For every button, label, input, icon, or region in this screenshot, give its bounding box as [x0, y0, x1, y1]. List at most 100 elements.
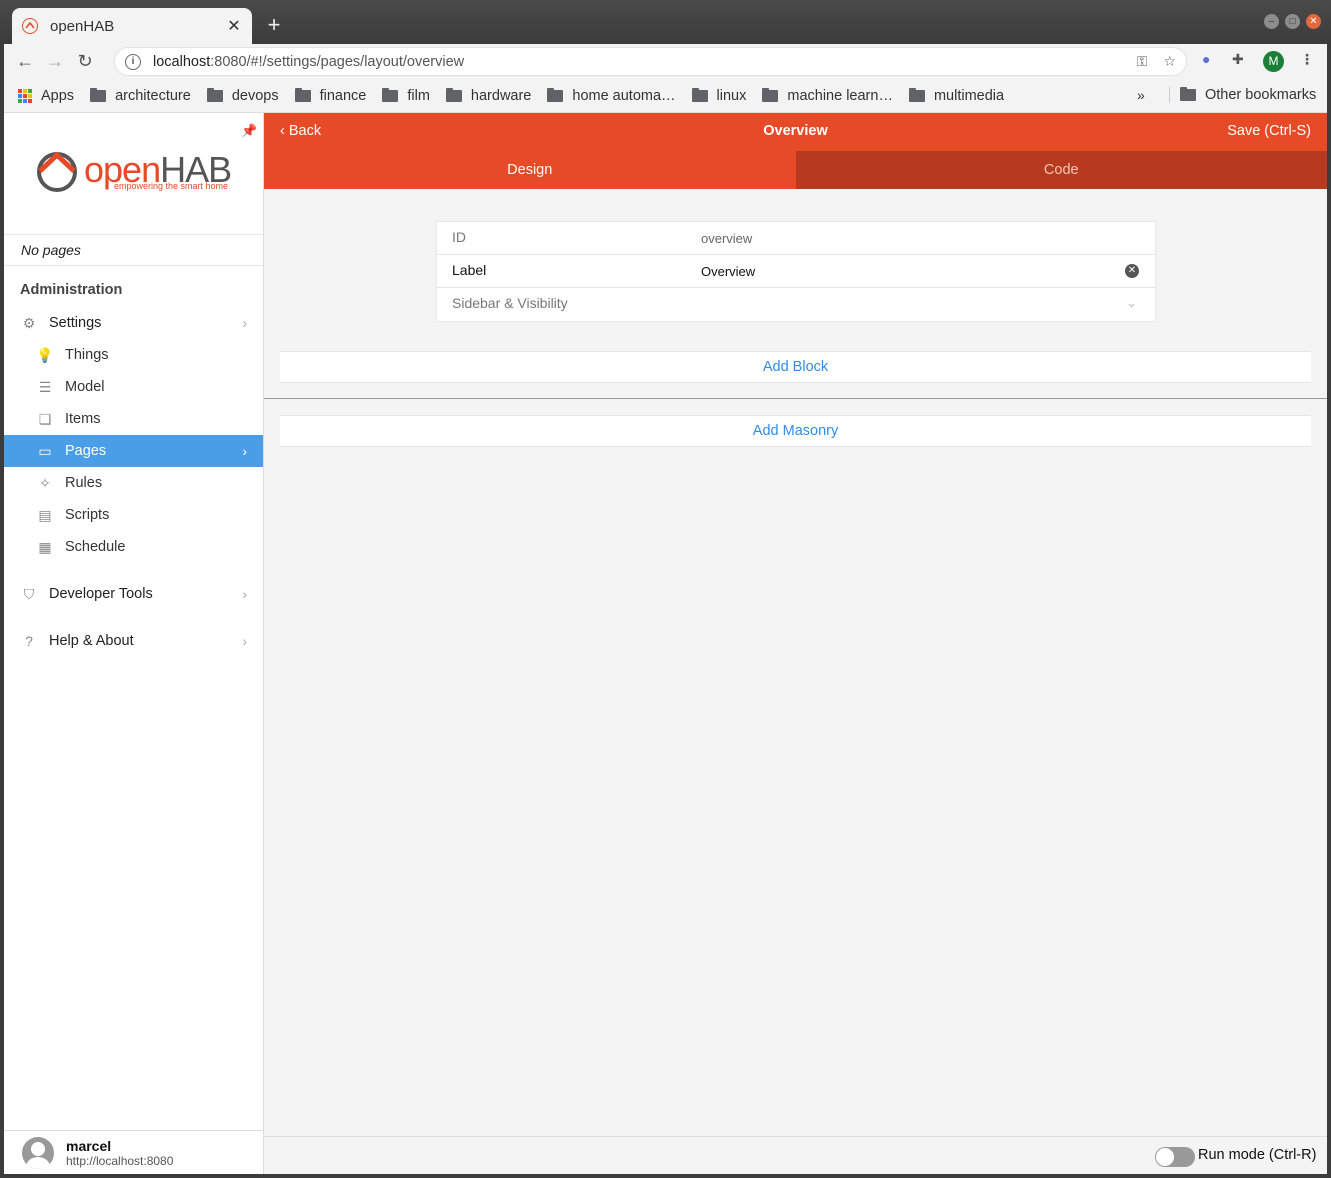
page-config-form: ID overview Label Overview ✕ Sidebar & V…: [436, 221, 1156, 322]
page-navbar: ‹ Back Overview Save (Ctrl-S): [264, 113, 1327, 151]
id-value: overview: [701, 231, 753, 246]
folder-icon: [90, 87, 107, 102]
reload-icon[interactable]: ↻: [70, 51, 100, 72]
sidebar-item-pages[interactable]: ▭ Pages ›: [4, 435, 263, 467]
folder-icon: [547, 87, 564, 102]
sidebar-item-help-about[interactable]: ? Help & About ›: [4, 625, 263, 657]
bookmark-folder[interactable]: hardware: [445, 87, 531, 104]
bookmark-folder[interactable]: devops: [206, 87, 279, 104]
back-arrow-icon[interactable]: ←: [10, 51, 40, 72]
user-panel[interactable]: marcel http://localhost:8080: [4, 1130, 263, 1174]
wand-icon: ✧: [39, 474, 51, 491]
folder-icon: [294, 87, 311, 102]
sidebar: 📌 openHAB empowering the smart home No p…: [4, 113, 264, 1174]
bookmark-folder[interactable]: multimedia: [908, 87, 1004, 104]
run-mode-toggle[interactable]: [1155, 1147, 1195, 1167]
folder-icon: [206, 87, 223, 102]
bookmark-folder[interactable]: home automa…: [547, 87, 676, 104]
add-masonry-button[interactable]: Add Masonry: [280, 415, 1311, 447]
shield-icon: ⛉: [23, 585, 35, 602]
main-content: ‹ Back Overview Save (Ctrl-S) Design Cod…: [264, 113, 1327, 1174]
browser-tab[interactable]: openHAB ✕: [12, 8, 252, 44]
url-text[interactable]: localhost:8080/#!/settings/pages/layout/…: [153, 54, 464, 70]
address-bar[interactable]: i localhost:8080/#!/settings/pages/layou…: [114, 47, 1187, 76]
chevron-right-icon: ›: [242, 315, 247, 331]
folder-icon: [762, 87, 779, 102]
maximize-icon[interactable]: □: [1285, 14, 1300, 29]
bookmark-folder[interactable]: machine learn…: [762, 87, 893, 104]
browser-toolbar: ← → ↻ i localhost:8080/#!/settings/pages…: [4, 44, 1327, 79]
sidebar-visibility-row[interactable]: Sidebar & Visibility ⌄: [437, 288, 1155, 321]
no-pages-text: No pages: [4, 234, 263, 266]
clear-input-icon[interactable]: ✕: [1125, 264, 1139, 278]
label-row[interactable]: Label Overview ✕: [437, 255, 1155, 288]
document-icon: ▤: [38, 506, 52, 523]
bookmark-folder[interactable]: finance: [294, 87, 366, 104]
chevron-right-icon: ›: [242, 443, 247, 459]
window-controls: – □ ✕: [1264, 14, 1321, 29]
tab-strip: openHAB ✕ + – □ ✕: [0, 0, 1331, 44]
sidebar-item-settings[interactable]: ⚙ Settings ›: [4, 307, 263, 339]
id-label: ID: [452, 229, 466, 245]
tab-title: openHAB: [50, 17, 115, 35]
browser-window: openHAB ✕ + – □ ✕ ← → ↻ i localhost:8080…: [0, 0, 1331, 1178]
sidebar-item-schedule[interactable]: ▦ Schedule: [4, 531, 263, 563]
minimize-icon[interactable]: –: [1264, 14, 1279, 29]
id-row: ID overview: [437, 222, 1155, 255]
key-icon[interactable]: ⚿: [1137, 53, 1148, 70]
bookmark-apps[interactable]: Apps: [18, 88, 74, 104]
folder-icon: [691, 87, 708, 102]
chevron-right-icon: ›: [242, 586, 247, 602]
close-window-icon[interactable]: ✕: [1306, 14, 1321, 29]
bookmarks-bar: Apps architecture devops finance film ha…: [4, 79, 1327, 113]
site-info-icon[interactable]: i: [125, 53, 141, 70]
close-tab-icon[interactable]: ✕: [226, 16, 242, 36]
page-title: Overview: [763, 123, 828, 139]
folder-icon: [908, 87, 925, 102]
run-mode-label: Run mode (Ctrl-R): [1198, 1147, 1317, 1163]
new-tab-button[interactable]: +: [262, 12, 286, 38]
label-input[interactable]: Overview: [701, 264, 755, 279]
sidebar-item-developer-tools[interactable]: ⛉ Developer Tools ›: [4, 578, 263, 610]
sidebar-item-things[interactable]: 💡 Things: [4, 339, 263, 371]
openhab-app: 📌 openHAB empowering the smart home No p…: [4, 113, 1327, 1174]
page-footer: Run mode (Ctrl-R): [264, 1136, 1327, 1174]
openhab-favicon-icon: [22, 18, 38, 34]
openhab-logo: openHAB empowering the smart home: [34, 147, 234, 197]
more-bookmarks-icon[interactable]: »: [1137, 87, 1145, 103]
puzzle-icon[interactable]: ✚: [1232, 51, 1244, 68]
sidebar-item-model[interactable]: ☰ Model: [4, 371, 263, 403]
tab-design[interactable]: Design: [264, 151, 796, 189]
sidebar-item-scripts[interactable]: ▤ Scripts: [4, 499, 263, 531]
folder-icon: [445, 87, 462, 102]
sidebar-visibility-label: Sidebar & Visibility: [452, 295, 568, 311]
logo-tagline: empowering the smart home: [114, 181, 229, 191]
bookmark-folder[interactable]: linux: [691, 87, 746, 104]
openhab-logo-icon: [37, 151, 77, 192]
extension-icon[interactable]: ●: [1202, 51, 1210, 67]
tab-code[interactable]: Code: [795, 151, 1327, 189]
sidebar-item-items[interactable]: ❏ Items: [4, 403, 263, 435]
save-button[interactable]: Save (Ctrl-S): [1227, 123, 1311, 139]
folder-icon: [1180, 87, 1196, 101]
squares-icon: ❏: [38, 410, 52, 427]
folder-icon: [382, 87, 399, 102]
bookmark-folder[interactable]: film: [382, 87, 430, 104]
editor-tabs: Design Code: [264, 151, 1327, 189]
menu-kebab-icon[interactable]: ⋮: [1300, 51, 1314, 68]
add-block-button[interactable]: Add Block: [280, 351, 1311, 383]
avatar: [22, 1136, 54, 1169]
chevron-right-icon: ›: [242, 633, 247, 649]
profile-avatar[interactable]: M: [1263, 51, 1284, 72]
chevron-down-icon: ⌄: [1126, 295, 1137, 310]
bookmark-star-icon[interactable]: ☆: [1163, 53, 1176, 70]
list-tree-icon: ☰: [38, 378, 52, 395]
bookmark-folder[interactable]: architecture: [90, 87, 191, 104]
pin-icon[interactable]: 📌: [241, 123, 257, 139]
sidebar-item-rules[interactable]: ✧ Rules: [4, 467, 263, 499]
apps-grid-icon: [18, 88, 32, 103]
user-name: marcel: [66, 1137, 112, 1154]
forward-arrow-icon[interactable]: →: [40, 51, 70, 72]
other-bookmarks[interactable]: Other bookmarks: [1169, 87, 1316, 103]
user-host: http://localhost:8080: [66, 1153, 174, 1168]
